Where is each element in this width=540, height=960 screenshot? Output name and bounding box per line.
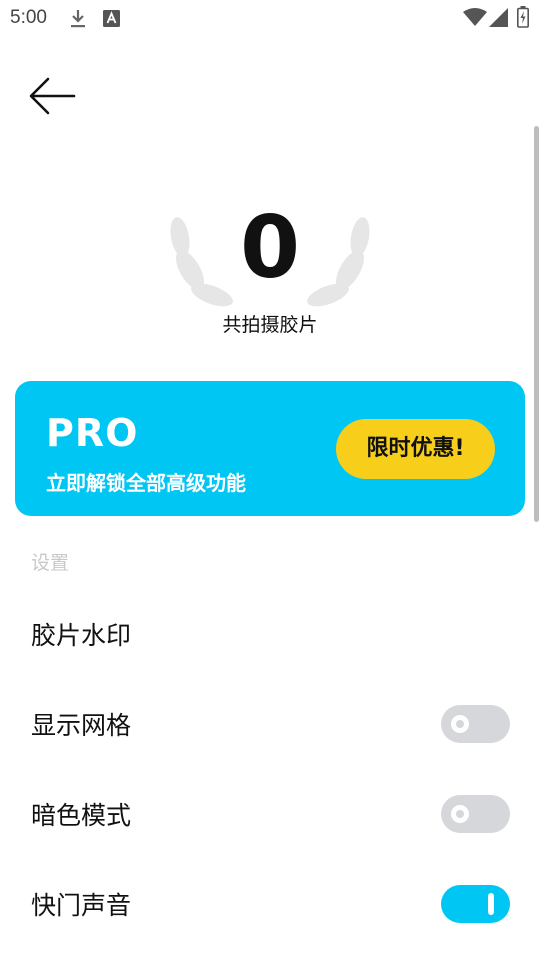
toggle-knob <box>488 893 494 915</box>
shutter-sound-toggle[interactable] <box>441 885 510 923</box>
film-count: 0 <box>240 198 300 298</box>
limited-offer-button[interactable]: 限时优惠! <box>336 419 495 479</box>
setting-dark-mode[interactable]: 暗色模式 <box>0 772 540 852</box>
show-grid-toggle[interactable] <box>441 705 510 743</box>
dark-mode-toggle[interactable] <box>441 795 510 833</box>
wifi-icon <box>463 8 487 26</box>
setting-shutter-sound[interactable]: 快门声音 <box>0 862 540 942</box>
battery-icon <box>517 6 529 28</box>
status-bar: 5:00 <box>0 0 540 36</box>
setting-label: 胶片水印 <box>31 621 132 650</box>
arrow-left-icon <box>29 77 76 115</box>
film-count-label: 共拍摄胶片 <box>222 314 318 336</box>
setting-label: 暗色模式 <box>31 801 132 830</box>
pro-subtitle: 立即解锁全部高级功能 <box>46 471 246 495</box>
back-button[interactable] <box>26 74 78 118</box>
download-icon <box>71 10 85 28</box>
text-a-icon <box>103 10 120 27</box>
toggle-knob <box>451 805 469 823</box>
signal-icon <box>489 8 508 27</box>
setting-label: 快门声音 <box>31 891 132 920</box>
pro-upgrade-card[interactable]: PRO 立即解锁全部高级功能 限时优惠! <box>15 381 525 516</box>
status-time: 5:00 <box>10 7 47 28</box>
setting-show-grid[interactable]: 显示网格 <box>0 682 540 762</box>
setting-label: 显示网格 <box>31 711 132 740</box>
settings-section-label: 设置 <box>31 552 70 574</box>
toggle-knob <box>451 715 469 733</box>
setting-film-watermark[interactable]: 胶片水印 <box>0 592 540 672</box>
pro-title: PRO <box>46 411 139 455</box>
